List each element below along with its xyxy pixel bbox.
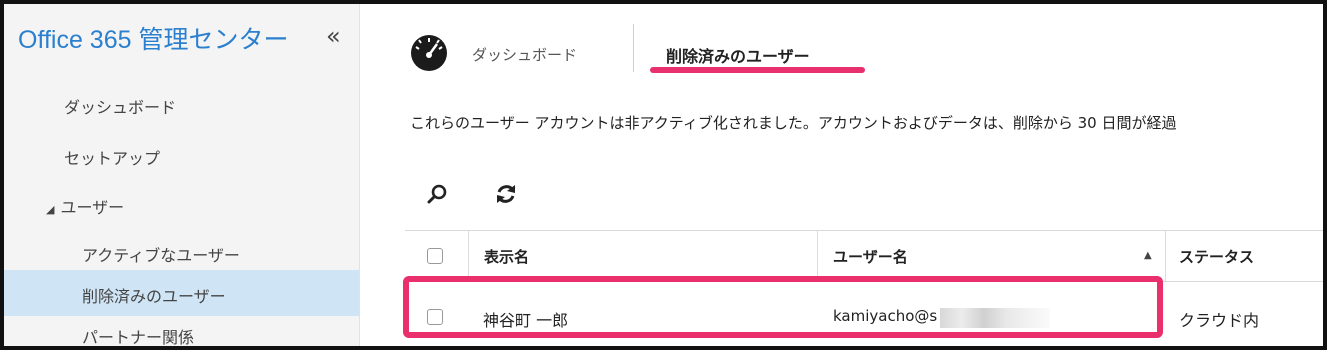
- highlight-annotation-box: [403, 276, 1163, 338]
- column-divider: [468, 231, 469, 281]
- column-header-display-name[interactable]: 表示名: [484, 246, 529, 267]
- sidebar-item-active-users[interactable]: アクティブなユーザー: [82, 242, 240, 266]
- sidebar-item-users-label: ユーザー: [60, 198, 125, 217]
- app-title[interactable]: Office 365 管理センター: [18, 20, 288, 56]
- sidebar-item-setup[interactable]: セットアップ: [64, 145, 160, 169]
- collapse-sidebar-icon[interactable]: «: [326, 22, 341, 50]
- sidebar-item-users[interactable]: ◢ ユーザー: [46, 194, 124, 218]
- column-divider: [1165, 231, 1166, 281]
- sidebar-item-partner[interactable]: パートナー関係: [82, 324, 194, 348]
- search-icon[interactable]: [426, 183, 448, 205]
- page-title-underline: [650, 67, 865, 73]
- column-header-status[interactable]: ステータス: [1179, 246, 1254, 267]
- page-title: 削除済みのユーザー: [666, 47, 810, 66]
- column-divider: [817, 231, 818, 281]
- sort-ascending-icon[interactable]: ▲: [1144, 250, 1152, 261]
- refresh-icon[interactable]: [494, 182, 518, 206]
- sidebar: Office 365 管理センター « ダッシュボード セットアップ ◢ ユーザー…: [4, 4, 359, 348]
- sidebar-divider: [359, 4, 360, 346]
- select-all-checkbox[interactable]: [427, 248, 443, 264]
- sidebar-item-deleted-users[interactable]: 削除済みのユーザー: [82, 283, 226, 307]
- cell-status: クラウド内: [1179, 311, 1260, 330]
- sidebar-item-dashboard[interactable]: ダッシュボード: [64, 94, 176, 118]
- page-description: これらのユーザー アカウントは非アクティブ化されました。アカウントおよびデータは…: [410, 114, 1177, 132]
- breadcrumb-separator: [633, 24, 634, 72]
- table-header: 表示名 ユーザー名 ▲ ステータス: [405, 230, 1323, 282]
- expand-triangle-icon: ◢: [46, 203, 55, 216]
- breadcrumb-dashboard[interactable]: ダッシュボード: [472, 44, 577, 65]
- column-header-user-name[interactable]: ユーザー名: [833, 246, 908, 267]
- dashboard-gauge-icon[interactable]: [410, 34, 448, 72]
